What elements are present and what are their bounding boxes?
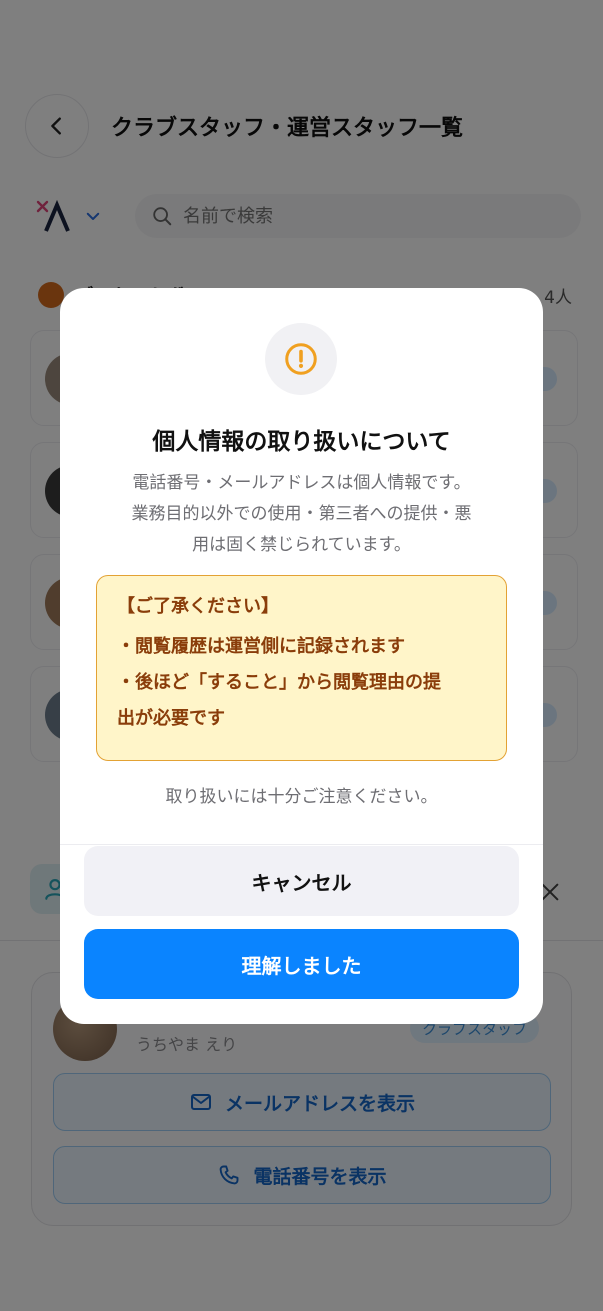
- notice-item: ・後ほど「すること」から閲覧理由の提: [117, 672, 441, 693]
- cancel-button[interactable]: キャンセル: [84, 846, 519, 916]
- privacy-dialog: 個人情報の取り扱いについて 電話番号・メールアドレスは個人情報です。 業務目的以…: [60, 288, 543, 1024]
- description-line: 用は固く禁じられています。: [192, 535, 411, 555]
- description-line: 業務目的以外での使用・第三者への提供・悪: [131, 504, 472, 524]
- dialog-title: 個人情報の取り扱いについて: [152, 429, 451, 455]
- dialog-description: 電話番号・メールアドレスは個人情報です。 業務目的以外での使用・第三者への提供・…: [98, 468, 505, 561]
- dialog-note: 取り扱いには十分ご注意ください。: [165, 787, 438, 807]
- notice-item: ・閲覧履歴は運営側に記録されます: [117, 636, 405, 657]
- notice-item: 出が必要です: [117, 708, 225, 729]
- notice-heading: 【ご了承ください】: [117, 596, 279, 617]
- confirm-button[interactable]: 理解しました: [84, 929, 519, 999]
- description-line: 電話番号・メールアドレスは個人情報です。: [132, 473, 471, 493]
- alert-circle-icon: [265, 323, 337, 395]
- notice-box: 【ご了承ください】 ・閲覧履歴は運営側に記録されます ・後ほど「すること」から閲…: [96, 575, 507, 761]
- divider: [60, 844, 543, 845]
